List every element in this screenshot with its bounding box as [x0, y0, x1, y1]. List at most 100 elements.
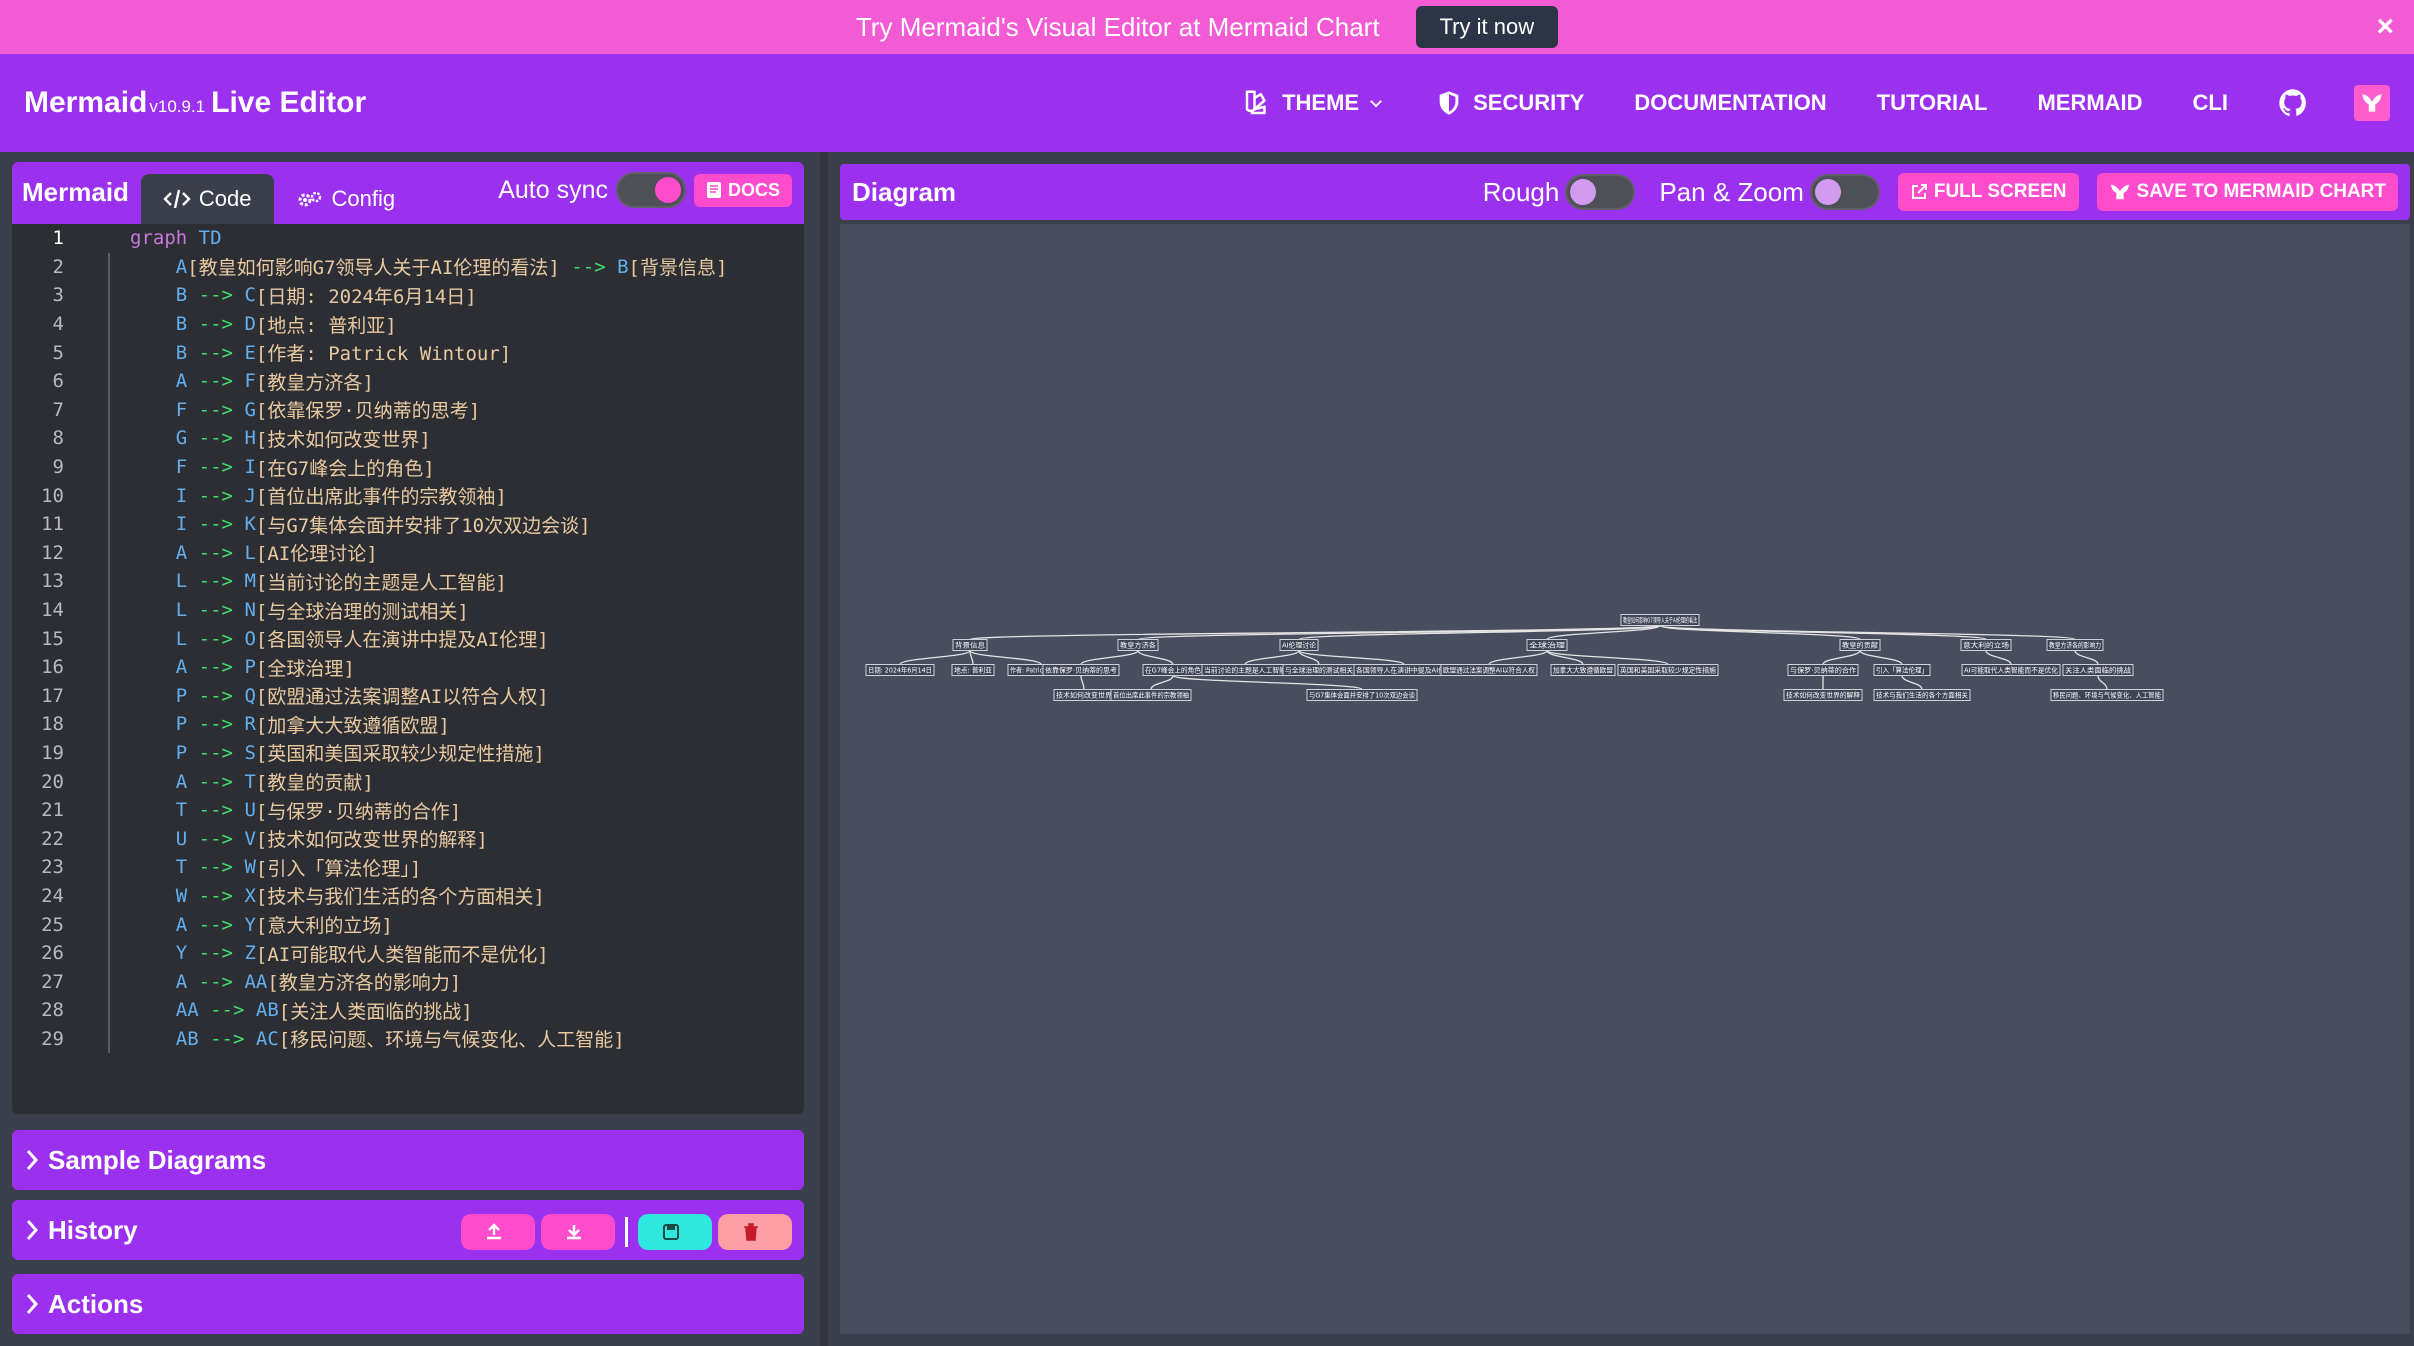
tutorial-link[interactable]: TUTORIAL	[1877, 90, 1988, 116]
upload-button[interactable]	[461, 1214, 535, 1250]
flow-node-c[interactable]: 日期: 2024年6月14日	[865, 664, 935, 676]
code-line[interactable]: 2 A [教皇如何影响G7领导人关于AI伦理的看法] --> B [背景信息]	[12, 252, 804, 282]
full-screen-button[interactable]: FULL SCREEN	[1897, 173, 2079, 211]
code-token: A	[175, 913, 188, 936]
flow-node-l[interactable]: AI伦理讨论	[1279, 639, 1319, 651]
tab-config[interactable]: Config	[274, 174, 418, 224]
flow-node-d[interactable]: 地点: 普利亚	[951, 664, 995, 676]
flow-node-p[interactable]: 全球治理	[1526, 639, 1568, 651]
code-line[interactable]: 6 A --> F [教皇方济各]	[12, 366, 804, 396]
code-line[interactable]: 18 P --> R [加拿大大致遵循欧盟]	[12, 710, 804, 739]
try-it-now-button[interactable]: Try it now	[1415, 6, 1559, 48]
auto-sync-toggle[interactable]	[615, 172, 686, 208]
code-line[interactable]: 1 graph TD	[12, 224, 804, 253]
actions-section[interactable]: Actions	[12, 1274, 804, 1334]
save-to-mermaid-chart-button[interactable]: SAVE TO MERMAID CHART	[2096, 173, 2398, 211]
line-number: 2	[52, 255, 64, 278]
code-editor[interactable]: 1 graph TD 2 A [教皇如何影响G7领导人关于AI伦理的看法] --> B…	[12, 224, 804, 1054]
save-history-button[interactable]	[638, 1214, 712, 1250]
sample-diagrams-section[interactable]: Sample Diagrams	[12, 1130, 804, 1190]
flow-node-g[interactable]: 依靠保罗·贝纳蒂的思考	[1042, 664, 1120, 676]
flow-node-v[interactable]: 技术如何改变世界的解释	[1783, 689, 1863, 701]
history-section[interactable]: History	[12, 1200, 804, 1260]
security-link[interactable]: SECURITY	[1435, 88, 1584, 118]
code-line[interactable]: 8 G --> H [技术如何改变世界]	[12, 424, 804, 453]
diagram-canvas[interactable]: 教皇如何影响G7领导人关于AI伦理的看法背景信息日期: 2024年6月14日 地点…	[840, 224, 2410, 1334]
flow-node-r[interactable]: 加拿大大致遵循欧盟	[1550, 664, 1616, 676]
flow-node-a[interactable]: 教皇如何影响G7领导人关于AI伦理的看法	[1620, 614, 1700, 626]
close-icon[interactable]: ×	[2376, 10, 2394, 44]
code-line[interactable]: 15 L --> O [各国领导人在演讲中提及AI伦理]	[12, 624, 804, 653]
code-line[interactable]: 26 Y --> Z [AI可能取代人类智能而不是优化]	[12, 938, 804, 968]
code-line[interactable]: 23 T --> W [引入「算法伦理」]	[12, 853, 804, 882]
flow-node-f[interactable]: 教皇方济各	[1117, 639, 1159, 651]
download-button[interactable]	[541, 1214, 615, 1250]
pan-zoom-label: Pan & Zoom	[1659, 176, 1804, 207]
tab-code[interactable]: Code	[140, 174, 274, 224]
mermaid-chart-icon[interactable]	[2354, 85, 2390, 121]
theme-menu[interactable]: THEME	[1242, 88, 1385, 118]
code-line[interactable]: 3 B --> C [日期: 2024年6月14日]	[12, 281, 804, 310]
cli-link[interactable]: CLI	[2193, 90, 2228, 116]
code-line[interactable]: 7 F --> G [依靠保罗·贝纳蒂的思考]	[12, 395, 804, 425]
code-line[interactable]: 21 T --> U [与保罗·贝纳蒂的合作]	[12, 795, 804, 825]
flow-node-y[interactable]: 意大利的立场	[1960, 639, 2012, 651]
code-token: -->	[198, 684, 233, 707]
flow-node-w[interactable]: 引入「算法伦理」	[1873, 664, 1931, 676]
flow-node-t[interactable]: 教皇的贡献	[1839, 639, 1881, 651]
code-line[interactable]: 24 W --> X [技术与我们生活的各个方面相关]	[12, 881, 804, 911]
delete-history-button[interactable]	[718, 1214, 792, 1250]
flow-node-ab[interactable]: 关注人类面临的挑战	[2062, 664, 2134, 676]
flow-node-i[interactable]: 在G7峰会上的角色	[1142, 664, 1204, 676]
code-token: L	[175, 570, 188, 593]
flow-node-s[interactable]: 英国和美国采取较少规定性措施	[1617, 664, 1719, 676]
pan-zoom-toggle[interactable]	[1809, 174, 1880, 210]
code-line[interactable]: 9 F --> I [在G7峰会上的角色]	[12, 452, 804, 482]
gears-icon	[298, 191, 321, 207]
flow-node-b[interactable]: 背景信息	[952, 639, 988, 651]
flow-node-k[interactable]: 与G7集体会面并安排了10次双边会谈	[1306, 689, 1418, 701]
code-line[interactable]: 13 L --> M [当前讨论的主题是人工智能]	[12, 567, 804, 596]
flow-node-x[interactable]: 技术与我们生活的各个方面相关	[1873, 689, 1971, 701]
code-line[interactable]: 4 B --> D [地点: 普利亚]	[12, 309, 804, 339]
node-label: AI伦理讨论	[1282, 640, 1316, 649]
node-label: 欧盟通过法案调整AI以符合人权	[1443, 665, 1535, 674]
trash-icon	[744, 1223, 758, 1241]
code-line[interactable]: 12 A --> L [AI伦理讨论]	[12, 538, 804, 568]
code-line[interactable]: 25 A --> Y [意大利的立场]	[12, 910, 804, 939]
code-token: -->	[198, 456, 233, 479]
flow-node-q[interactable]: 欧盟通过法案调整AI以符合人权	[1440, 664, 1538, 676]
flow-node-ac[interactable]: 移民问题、环境与气候变化、人工智能	[2050, 689, 2164, 701]
code-line[interactable]: 11 I --> K [与G7集体会面并安排了10次双边会谈]	[12, 509, 804, 539]
rough-toggle[interactable]	[1565, 174, 1636, 210]
code-line[interactable]: 5 B --> E [作者: Patrick Wintour]	[12, 338, 804, 367]
code-line[interactable]: 16 A --> P [全球治理]	[12, 652, 804, 682]
flow-node-m[interactable]: 当前讨论的主题是人工智能	[1201, 664, 1289, 676]
documentation-link[interactable]: DOCUMENTATION	[1634, 90, 1826, 116]
mermaid-flowchart[interactable]: 教皇如何影响G7领导人关于AI伦理的看法背景信息日期: 2024年6月14日 地点…	[840, 224, 2410, 1334]
code-token: T	[175, 856, 188, 879]
code-line[interactable]: 10 I --> J [首位出席此事件的宗教领袖]	[12, 481, 804, 510]
code-line[interactable]: 19 P --> S [英国和美国采取较少规定性措施]	[12, 738, 804, 768]
code-line[interactable]: 14 L --> N [与全球治理的测试相关]	[12, 595, 804, 625]
code-line[interactable]: 28 AA --> AB [关注人类面临的挑战]	[12, 996, 804, 1025]
mermaid-link[interactable]: MERMAID	[2037, 90, 2142, 116]
code-line[interactable]: 29 AB --> AC [移民问题、环境与气候变化、人工智能]	[12, 1024, 804, 1054]
flow-node-u[interactable]: 与保罗·贝纳蒂的合作	[1787, 664, 1859, 676]
flow-node-n[interactable]: 与全球治理的测试相关	[1282, 664, 1356, 676]
code-line[interactable]: 27 A --> AA [教皇方济各的影响力]	[12, 967, 804, 997]
github-icon[interactable]	[2278, 88, 2308, 118]
code-line[interactable]: 17 P --> Q [欧盟通过法案调整AI以符合人权]	[12, 681, 804, 711]
brand-logo[interactable]: Mermaid v10.9.1 Live Editor	[24, 86, 366, 120]
flow-node-o[interactable]: 各国领导人在演讲中提及AI伦理	[1353, 664, 1455, 676]
code-line[interactable]: 22 U --> V [技术如何改变世界的解释]	[12, 824, 804, 854]
flow-node-h[interactable]: 技术如何改变世界	[1053, 689, 1115, 701]
docs-button[interactable]: DOCS	[693, 173, 792, 207]
flow-node-j[interactable]: 首位出席此事件的宗教领袖	[1110, 689, 1192, 701]
flow-node-aa[interactable]: 教皇方济各的影响力	[2046, 639, 2104, 651]
flow-node-z[interactable]: AI可能取代人类智能而不是优化	[1961, 664, 2061, 676]
code-line[interactable]: 20 A --> T [教皇的贡献]	[12, 767, 804, 796]
